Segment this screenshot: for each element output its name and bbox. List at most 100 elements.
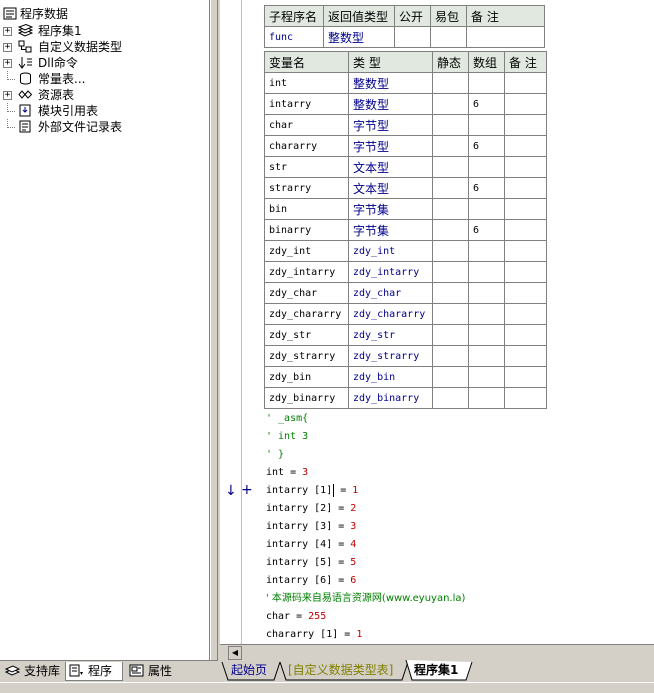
sub-easy-pkg-cell[interactable]	[430, 26, 467, 48]
tree-scrollbar[interactable]	[210, 0, 218, 660]
var-array-cell[interactable]	[468, 345, 505, 367]
var-note-cell[interactable]	[504, 387, 547, 409]
var-type-cell[interactable]: zdy_str	[348, 324, 433, 346]
var-name-cell[interactable]: zdy_binarry	[264, 387, 349, 409]
var-note-cell[interactable]	[504, 156, 547, 178]
var-static-cell[interactable]	[432, 93, 469, 115]
sub-public-cell[interactable]	[394, 26, 431, 48]
code-line[interactable]: intarry [1] = 1	[266, 482, 358, 500]
code-line[interactable]: int = 3	[266, 464, 308, 482]
var-array-cell[interactable]: 6	[468, 93, 505, 115]
var-static-cell[interactable]	[432, 324, 469, 346]
var-name-cell[interactable]: zdy_str	[264, 324, 349, 346]
var-note-cell[interactable]	[504, 282, 547, 304]
variable-row[interactable]: zdy_bin zdy_bin	[264, 366, 547, 388]
code-line[interactable]: intarry [5] = 5	[266, 554, 356, 572]
var-name-cell[interactable]: str	[264, 156, 349, 178]
tab-start-page[interactable]: 起始页	[231, 660, 267, 680]
var-name-cell[interactable]: intarry	[264, 93, 349, 115]
code-line[interactable]: intarry [4] = 4	[266, 536, 356, 554]
var-name-cell[interactable]: chararry	[264, 135, 349, 157]
var-array-cell[interactable]	[468, 156, 505, 178]
code-line[interactable]: intarry [6] = 6	[266, 572, 356, 590]
variable-row[interactable]: chararry 字节型 6	[264, 135, 547, 157]
var-type-cell[interactable]: 文本型	[348, 156, 433, 178]
code-line[interactable]: intarry [2] = 2	[266, 500, 356, 518]
variable-row[interactable]: char 字节型	[264, 114, 547, 136]
tab-program[interactable]: 程序	[65, 662, 123, 681]
var-static-cell[interactable]	[432, 198, 469, 220]
var-static-cell[interactable]	[432, 156, 469, 178]
var-note-cell[interactable]	[504, 135, 547, 157]
var-note-cell[interactable]	[504, 198, 547, 220]
var-array-cell[interactable]: 6	[468, 177, 505, 199]
code-line[interactable]: ' int 3	[266, 428, 308, 446]
sub-return-type-cell[interactable]: 整数型	[323, 26, 395, 48]
subroutine-row[interactable]: func 整数型	[264, 26, 545, 48]
var-name-cell[interactable]: int	[264, 72, 349, 94]
var-array-cell[interactable]	[468, 282, 505, 304]
variable-row[interactable]: bin 字节集	[264, 198, 547, 220]
var-array-cell[interactable]	[468, 261, 505, 283]
var-static-cell[interactable]	[432, 282, 469, 304]
var-array-cell[interactable]	[468, 303, 505, 325]
variable-row[interactable]: int 整数型	[264, 72, 547, 94]
expand-toggle-icon[interactable]: +	[3, 59, 12, 68]
expand-toggle-icon[interactable]: +	[3, 43, 12, 52]
var-array-cell[interactable]	[468, 324, 505, 346]
var-type-cell[interactable]: 字节型	[348, 114, 433, 136]
variable-row[interactable]: intarry 整数型 6	[264, 93, 547, 115]
var-array-cell[interactable]: 6	[468, 135, 505, 157]
variable-row[interactable]: zdy_int zdy_int	[264, 240, 547, 262]
tab-custom-datatype-table[interactable]: [自定义数据类型表]	[288, 660, 393, 680]
var-type-cell[interactable]: zdy_char	[348, 282, 433, 304]
var-note-cell[interactable]	[504, 324, 547, 346]
var-static-cell[interactable]	[432, 366, 469, 388]
tab-support-library[interactable]: 支持库	[2, 662, 64, 681]
var-type-cell[interactable]: 整数型	[348, 72, 433, 94]
code-line[interactable]: char = 255	[266, 608, 326, 626]
var-name-cell[interactable]: zdy_chararry	[264, 303, 349, 325]
var-type-cell[interactable]: zdy_strarry	[348, 345, 433, 367]
var-type-cell[interactable]: zdy_chararry	[348, 303, 433, 325]
var-static-cell[interactable]	[432, 240, 469, 262]
var-array-cell[interactable]	[468, 240, 505, 262]
variable-row[interactable]: zdy_chararry zdy_chararry	[264, 303, 547, 325]
variable-row[interactable]: strarry 文本型 6	[264, 177, 547, 199]
var-static-cell[interactable]	[432, 135, 469, 157]
var-note-cell[interactable]	[504, 261, 547, 283]
var-note-cell[interactable]	[504, 177, 547, 199]
var-array-cell[interactable]	[468, 114, 505, 136]
tab-assembly1[interactable]: 程序集1	[414, 660, 458, 680]
var-type-cell[interactable]: 字节型	[348, 135, 433, 157]
code-line[interactable]: ' 本源码来自易语言资源网(www.eyuyan.la)	[266, 590, 465, 608]
expand-toggle-icon[interactable]: +	[3, 27, 12, 36]
var-array-cell[interactable]	[468, 387, 505, 409]
sub-name-cell[interactable]: func	[264, 26, 324, 48]
var-note-cell[interactable]	[504, 240, 547, 262]
var-note-cell[interactable]	[504, 366, 547, 388]
var-note-cell[interactable]	[504, 72, 547, 94]
var-name-cell[interactable]: bin	[264, 198, 349, 220]
var-name-cell[interactable]: strarry	[264, 177, 349, 199]
variable-row[interactable]: binarry 字节集 6	[264, 219, 547, 241]
horizontal-scrollbar[interactable]: ◀	[220, 644, 654, 660]
var-note-cell[interactable]	[504, 93, 547, 115]
var-static-cell[interactable]	[432, 177, 469, 199]
var-array-cell[interactable]: 6	[468, 219, 505, 241]
code-line[interactable]: ' _asm{	[266, 410, 308, 428]
var-static-cell[interactable]	[432, 72, 469, 94]
var-type-cell[interactable]: zdy_intarry	[348, 261, 433, 283]
var-name-cell[interactable]: zdy_intarry	[264, 261, 349, 283]
variable-row[interactable]: zdy_str zdy_str	[264, 324, 547, 346]
breakpoint-arrow-icon[interactable]: ↓	[225, 482, 237, 500]
var-note-cell[interactable]	[504, 114, 547, 136]
var-array-cell[interactable]	[468, 198, 505, 220]
var-type-cell[interactable]: 字节集	[348, 198, 433, 220]
variable-row[interactable]: zdy_intarry zdy_intarry	[264, 261, 547, 283]
var-note-cell[interactable]	[504, 345, 547, 367]
scroll-left-arrow-icon[interactable]: ◀	[228, 646, 242, 660]
var-array-cell[interactable]	[468, 366, 505, 388]
sub-note-cell[interactable]	[466, 26, 545, 48]
var-type-cell[interactable]: zdy_bin	[348, 366, 433, 388]
